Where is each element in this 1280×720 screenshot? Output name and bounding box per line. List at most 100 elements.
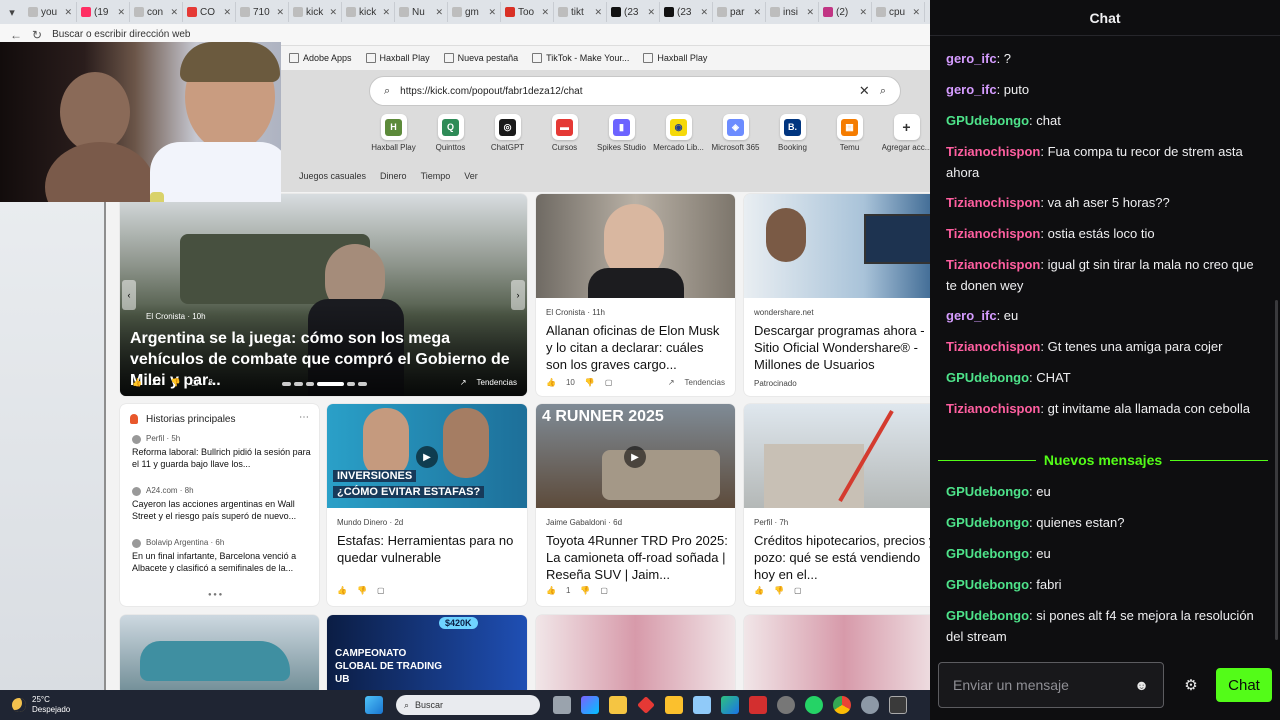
shortcut-tile[interactable]: H Haxball Play (365, 114, 422, 152)
bookmark-item[interactable]: Haxball Play (365, 53, 430, 63)
trading-card[interactable]: $420K CAMPEONATO GLOBAL DE TRADING UB (327, 615, 527, 690)
comment-icon[interactable]: ▢ (794, 586, 802, 595)
dislike-icon[interactable]: 👎 (580, 586, 590, 595)
pagination-dots[interactable]: ● ● ● (208, 592, 222, 598)
shortcut-tile[interactable]: ◎ ChatGPT (479, 114, 536, 152)
browser-tab[interactable]: you ✕ (24, 2, 77, 22)
carousel-next-icon[interactable]: › (511, 280, 525, 310)
story-headline[interactable]: Cayeron las acciones argentinas en Wall … (132, 498, 312, 522)
app-red-icon[interactable] (637, 696, 655, 714)
feed-nav-item[interactable]: Dinero (380, 171, 407, 181)
chat-username[interactable]: GPUdebongo (946, 113, 1029, 128)
browser-tab[interactable]: Too ✕ (501, 2, 554, 22)
news-card-creditos[interactable]: Perfil · 7h Créditos hipotecarios, preci… (744, 404, 930, 606)
copilot-icon[interactable] (581, 696, 599, 714)
browser-tab[interactable]: cpu ✕ (872, 2, 925, 22)
start-icon[interactable] (365, 696, 383, 714)
browser-tab[interactable]: (23 ✕ (660, 2, 713, 22)
like-icon[interactable]: 👍 (546, 586, 556, 595)
shortcut-tile[interactable]: ◉ Mercado Lib... (650, 114, 707, 152)
close-tab-icon[interactable]: ✕ (859, 7, 867, 18)
close-tab-icon[interactable]: ✕ (170, 7, 178, 18)
chat-messages[interactable]: Nuevos mensajes gero_ifc: ? gero_ifc: put… (930, 44, 1280, 654)
card4-title[interactable]: Toyota 4Runner TRD Pro 2025: La camionet… (546, 532, 732, 583)
dislike-icon[interactable]: 👎 (357, 586, 367, 595)
chat-username[interactable]: Tizianochispon (946, 401, 1040, 416)
edge-icon[interactable] (721, 696, 739, 714)
browser-tab[interactable]: tikt ✕ (554, 2, 607, 22)
chat-username[interactable]: GPUdebongo (946, 515, 1029, 530)
like-icon[interactable]: 👍 (132, 378, 142, 387)
close-tab-icon[interactable]: ✕ (382, 7, 390, 18)
browser-tab[interactable]: (19 ✕ (77, 2, 130, 22)
comment-icon[interactable]: ▢ (377, 586, 385, 595)
close-tab-icon[interactable]: ✕ (223, 7, 231, 18)
ad-card-wondershare[interactable]: wondershare.net Descargar programas ahor… (744, 194, 930, 396)
whatsapp-icon[interactable] (805, 696, 823, 714)
bookmark-item[interactable]: Nueva pestaña (443, 53, 518, 63)
taskbar-search[interactable]: ⌕ Buscar (396, 695, 540, 715)
feed-nav-item[interactable]: Tiempo (421, 171, 451, 181)
shortcut-tile[interactable]: ▮ Spikes Studio (593, 114, 650, 152)
send-chat-button[interactable]: Chat (1216, 668, 1272, 702)
shortcut-tile[interactable]: Q Quinttos (422, 114, 479, 152)
steam-icon[interactable] (777, 696, 795, 714)
gear-icon[interactable]: ⚙ (1182, 676, 1200, 694)
close-tab-icon[interactable]: ✕ (541, 7, 549, 18)
dress-card-2[interactable] (744, 615, 930, 690)
comment-icon[interactable]: ▢ (600, 586, 608, 595)
browser-tab[interactable]: con ✕ (130, 2, 183, 22)
feed-nav-item[interactable]: Ver (464, 171, 478, 181)
card1-title[interactable]: Allanan oficinas de Elon Musk y lo citan… (546, 322, 728, 373)
emoji-icon[interactable]: ☻ (1134, 677, 1149, 693)
news-card-musk[interactable]: El Cronista · 11h Allanan oficinas de El… (536, 194, 735, 396)
chat-username[interactable]: gero_ifc (946, 51, 997, 66)
chat-username[interactable]: gero_ifc (946, 308, 997, 323)
chat-username[interactable]: Tizianochispon (946, 257, 1040, 272)
story-headline[interactable]: Reforma laboral: Bullrich pidió la sesió… (132, 446, 312, 470)
browser-tab[interactable]: kick ✕ (289, 2, 342, 22)
search-submit-icon[interactable]: ⌕ (880, 85, 886, 98)
epic-games-icon[interactable] (889, 696, 907, 714)
like-icon[interactable]: 👍 (754, 586, 764, 595)
dislike-icon[interactable]: 👎 (774, 586, 784, 595)
address-input[interactable]: Buscar o escribir dirección web (52, 29, 190, 40)
tab-list-chevron-icon[interactable]: ▾ (0, 0, 24, 24)
task-view-icon[interactable] (553, 696, 571, 714)
chat-scrollbar[interactable] (1275, 300, 1278, 640)
close-tab-icon[interactable]: ✕ (488, 7, 496, 18)
chrome-icon[interactable] (833, 696, 851, 714)
chat-username[interactable]: Tizianochispon (946, 195, 1040, 210)
browser-tab[interactable]: gm ✕ (448, 2, 501, 22)
like-icon[interactable]: 👍 (337, 586, 347, 595)
hero-card[interactable]: ‹ › El Cronista · 10h Argentina se la ju… (120, 194, 527, 396)
card3-title[interactable]: Estafas: Herramientas para no quedar vul… (337, 532, 519, 566)
dislike-icon[interactable]: 👎 (171, 378, 181, 387)
shortcut-tile[interactable]: + Agregar acc... (878, 114, 930, 152)
bookmark-item[interactable]: Adobe Apps (289, 53, 352, 63)
file-explorer-icon[interactable] (609, 696, 627, 714)
dress-card-1[interactable] (536, 615, 735, 690)
wps-icon[interactable] (749, 696, 767, 714)
close-tab-icon[interactable]: ✕ (435, 7, 443, 18)
card2-title[interactable]: Descargar programas ahora - Sitio Oficia… (754, 322, 930, 373)
chat-username[interactable]: Tizianochispon (946, 339, 1040, 354)
chat-input[interactable]: Enviar un mensaje ☻ (938, 662, 1164, 708)
comment-icon[interactable]: ▢ (605, 378, 613, 387)
bookmark-item[interactable]: TikTok - Make Your... (532, 53, 629, 63)
shortcut-tile[interactable]: ▬ Cursos (536, 114, 593, 152)
chat-username[interactable]: GPUdebongo (946, 608, 1029, 623)
comment-icon[interactable]: ▢ (191, 378, 199, 387)
browser-tab[interactable]: (23 ✕ (607, 2, 660, 22)
video-card-estafas[interactable]: INVERSIONES ¿CÓMO EVITAR ESTAFAS? ▶ Mund… (327, 404, 527, 606)
weather-widget[interactable]: 25°C Despejado (0, 695, 360, 715)
more-options-icon[interactable]: ⋯ (299, 412, 309, 423)
close-tab-icon[interactable]: ✕ (329, 7, 337, 18)
back-icon[interactable]: ← (10, 28, 22, 42)
play-icon[interactable]: ▶ (416, 446, 438, 468)
bookmark-item[interactable]: Haxball Play (643, 53, 707, 63)
close-tab-icon[interactable]: ✕ (700, 7, 708, 18)
close-tab-icon[interactable]: ✕ (117, 7, 125, 18)
chat-username[interactable]: GPUdebongo (946, 484, 1029, 499)
settings-icon[interactable] (861, 696, 879, 714)
